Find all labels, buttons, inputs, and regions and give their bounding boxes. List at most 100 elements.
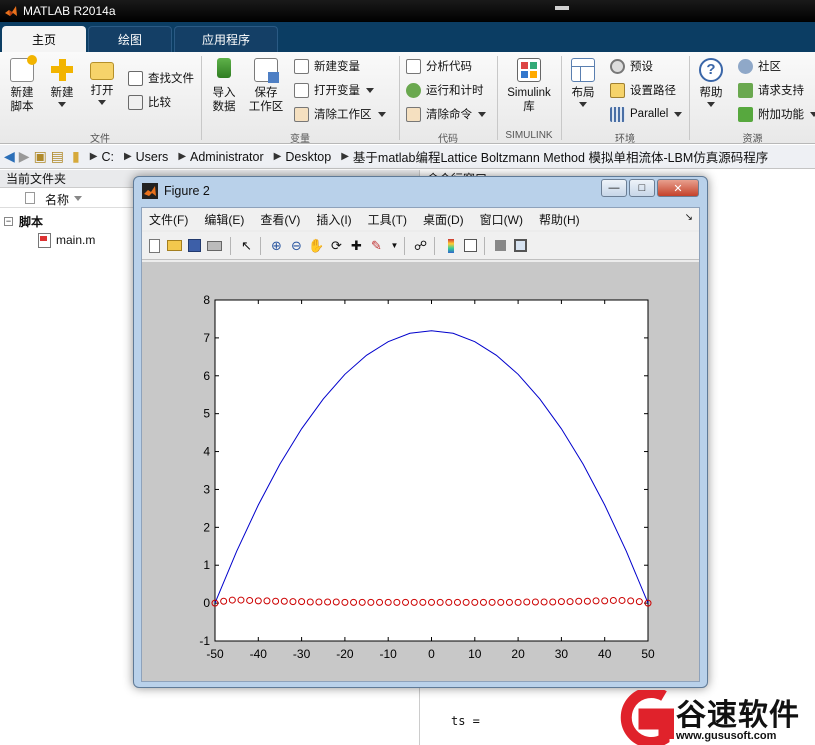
find-files-button[interactable]: 查找文件 [128,68,194,88]
simulink-group-label: SIMULINK [505,130,553,141]
y-tick-label: 6 [203,369,210,383]
code-group-label: 代码 [438,134,458,145]
chevron-down-icon [810,111,815,117]
menu-window[interactable]: 窗口(W) [480,211,523,228]
legend-icon[interactable] [462,237,479,254]
figure-window[interactable]: Figure 2 — □ ✕ 文件(F) 编辑(E) 查看(V) 插入(I) 工… [133,176,708,688]
analyze-code-button[interactable]: 分析代码 [406,56,472,76]
tab-apps[interactable]: 应用程序 [174,26,278,52]
import-data-label: 导入 数据 [212,87,236,113]
gear-icon [610,58,625,74]
simulink-library-button[interactable]: Simulink 库 [503,58,555,114]
file-name: main.m [56,233,96,247]
community-button[interactable]: 社区 [738,56,781,76]
collapse-icon[interactable]: − [4,216,13,226]
compare-icon [128,94,143,110]
clear-workspace-button[interactable]: 清除工作区 [294,104,386,124]
parallel-icon [610,106,625,122]
file-type-column-icon [25,192,35,204]
data-cursor-icon[interactable]: ✚ [348,237,365,254]
zoom-out-icon[interactable]: ⊖ [288,237,305,254]
breadcrumb-users[interactable]: Users [136,150,169,164]
chevron-down-icon[interactable]: ▼ [386,237,403,254]
request-support-button[interactable]: 请求支持 [738,80,804,100]
pan-icon[interactable]: ✋ [308,237,325,254]
menu-desktop[interactable]: 桌面(D) [423,211,464,228]
open-variable-button[interactable]: 打开变量 [294,80,374,100]
new-figure-icon[interactable] [146,237,163,254]
figure-client-area: 文件(F) 编辑(E) 查看(V) 插入(I) 工具(T) 桌面(D) 窗口(W… [141,207,700,682]
line-chart[interactable]: -50 -40 -30 -20 -10 0 10 20 30 40 50-1012345678 [142,262,699,681]
pointer-icon[interactable]: ↖ [238,237,255,254]
minimize-icon: — [608,182,620,194]
breadcrumb-drive[interactable]: C: [101,150,114,164]
zoom-in-icon[interactable]: ⊕ [268,237,285,254]
y-tick-label: 5 [203,407,210,421]
run-and-time-button[interactable]: 运行和计时 [406,80,484,100]
tab-home[interactable]: 主页 [2,26,86,52]
close-button[interactable]: ✕ [657,179,699,197]
rotate-icon[interactable]: ⟳ [328,237,345,254]
new-script-button[interactable]: 新建 脚本 [4,55,40,114]
name-column-header[interactable]: 名称 [45,191,69,208]
open-file-icon[interactable] [166,237,183,254]
menu-view[interactable]: 查看(V) [260,211,300,228]
breadcrumb-administrator[interactable]: Administrator [190,150,264,164]
list-item[interactable]: main.m [38,231,95,249]
forward-arrow-icon[interactable]: ▶ [19,148,30,165]
minimize-button[interactable] [555,6,569,10]
new-button[interactable]: 新建 [44,58,80,107]
menu-insert[interactable]: 插入(I) [316,211,351,228]
back-arrow-icon[interactable]: ◀ [4,148,15,165]
print-icon[interactable] [206,237,223,254]
show-plot-tools-icon[interactable] [512,237,529,254]
tree-group-scripts[interactable]: − 脚本 [4,212,43,230]
help-icon: ? [699,58,723,82]
open-variable-label: 打开变量 [314,85,360,97]
colorbar-icon[interactable] [442,237,459,254]
brand-watermark: 谷速软件 www.gususoft.com [616,687,815,745]
new-variable-button[interactable]: 新建变量 [294,56,360,76]
browse-folder-icon[interactable]: ▤ [51,148,64,165]
breadcrumb-project-folder[interactable]: 基于matlab编程Lattice Boltzmann Method 模拟单相流… [353,147,768,166]
hide-plot-tools-icon[interactable] [492,237,509,254]
y-tick-label: 2 [203,520,210,534]
path-separator-icon: ▶ [178,151,187,162]
maximize-button[interactable]: □ [629,179,655,197]
preferences-button[interactable]: 预设 [610,56,653,76]
compare-button[interactable]: 比较 [128,92,171,112]
layout-button[interactable]: 布局 [566,58,600,107]
set-path-label: 设置路径 [630,85,676,97]
tab-plots[interactable]: 绘图 [88,26,172,52]
save-workspace-button[interactable]: 保存 工作区 [246,58,286,114]
addons-plus-icon [738,106,753,122]
clear-commands-button[interactable]: 清除命令 [406,104,486,124]
help-button[interactable]: ? 帮助 [694,58,728,107]
up-folder-icon[interactable]: ▣ [34,148,47,165]
breadcrumb-desktop[interactable]: Desktop [285,150,331,164]
menu-edit[interactable]: 编辑(E) [204,211,244,228]
new-plus-icon [50,58,74,82]
link-icon[interactable]: ☍ [412,237,429,254]
dock-arrow-icon[interactable]: ↘ [685,212,693,223]
menu-tools[interactable]: 工具(T) [368,211,407,228]
set-path-icon [610,82,625,98]
ribbon-tab-strip: 主页 绘图 应用程序 [0,22,815,52]
maximize-icon: □ [638,182,646,194]
chevron-down-icon [674,111,683,117]
menu-help[interactable]: 帮助(H) [539,211,580,228]
current-folder-address-bar[interactable]: ◀ ▶ ▣ ▤ ▮ ▶ C: ▶ Users ▶ Administrator ▶… [0,145,815,169]
minimize-button[interactable]: — [601,179,627,197]
parallel-button[interactable]: Parallel [610,104,683,124]
import-data-button[interactable]: 导入 数据 [206,58,242,114]
set-path-button[interactable]: 设置路径 [610,80,676,100]
menu-file[interactable]: 文件(F) [149,211,188,228]
community-icon [738,58,753,74]
figure-toolbar: ↖ ⊕ ⊖ ✋ ⟳ ✚ ✎ ▼ ☍ [142,232,699,260]
addons-button[interactable]: 附加功能 [738,104,815,124]
x-tick-label: 10 [468,647,482,661]
open-button[interactable]: 打开 [84,58,120,105]
brush-icon[interactable]: ✎ [368,237,385,254]
help-label: 帮助 [699,87,723,99]
save-icon[interactable] [186,237,203,254]
